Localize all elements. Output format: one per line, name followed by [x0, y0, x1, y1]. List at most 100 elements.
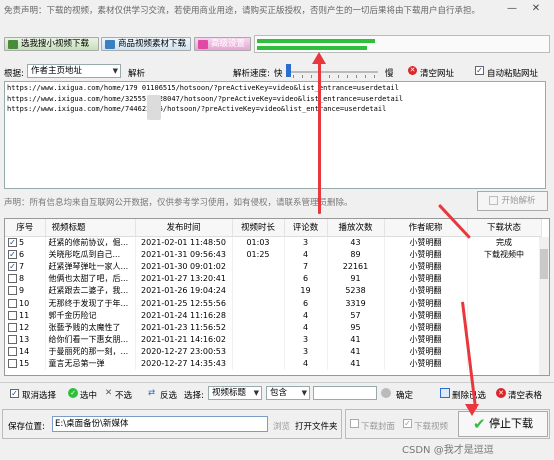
table-row[interactable]: ✓ 6 关晓彤吃瓜到自己... 2021-01-31 09:56:43 01:25 4 89… [5, 248, 542, 261]
row-checkbox[interactable] [8, 359, 17, 369]
table-cell [232, 284, 285, 297]
unselect-button[interactable]: 不选 [115, 389, 132, 401]
row-checkbox[interactable] [8, 274, 17, 284]
row-checkbox[interactable]: ✓ [8, 261, 17, 271]
advanced-settings-button[interactable]: 高级设置 [194, 37, 251, 51]
row-number-cell: 13 [5, 333, 46, 346]
table-cell: 3 [284, 333, 328, 346]
table-cell: 01:03 [232, 236, 285, 249]
table-cell: 下载视频中 [467, 248, 542, 261]
row-checkbox[interactable] [8, 286, 17, 296]
start-parse-button[interactable]: 开始解析 [477, 191, 548, 211]
table-cell: 童言无忌第一弹 [45, 357, 136, 371]
watermark: CSDN @我才是逗逗 [402, 445, 494, 456]
cancel-select-checkbox[interactable]: ✓ [10, 389, 19, 398]
row-checkbox[interactable]: ✓ [8, 237, 17, 247]
table-cell: 01:25 [232, 248, 285, 261]
product-icon [105, 40, 115, 49]
cancel-select-label[interactable]: 取消选择 [22, 389, 56, 401]
check-icon: ✔ [472, 415, 486, 433]
table-cell: 6 [284, 272, 328, 285]
table-row[interactable]: 14 于曼丽死的那一刻，... 2020-12-27 23:00:53 3 41 小赞明翻 [5, 345, 542, 358]
delete-selected-button[interactable]: 删除已选 [452, 389, 486, 401]
close-icon[interactable]: ✕ [528, 2, 544, 16]
short-video-download-button[interactable]: 选我搜小视频下载 [4, 37, 99, 51]
table-row[interactable]: 9 赶紧跟去二婆子，我... 2021-01-26 19:04:24 19 5238 小赞… [5, 284, 542, 297]
row-checkbox[interactable]: ✓ [8, 249, 17, 259]
clear-url-button[interactable]: 清空网址 [420, 67, 454, 79]
table-scrollbar[interactable] [539, 237, 549, 375]
product-video-download-button[interactable]: 商品视频素材下载 [101, 37, 191, 51]
root-type-select[interactable]: 作者主页地址 ▼ [27, 64, 121, 78]
field-select[interactable]: 视频标题 ▼ [208, 386, 262, 400]
app-window: 免责声明：下载的视频，素材仅供学习交流，若使用商业用途，请购买正版授权，否则产生… [0, 0, 554, 460]
scrollbar-thumb[interactable] [540, 249, 548, 279]
save-location-label: 保存位置: [8, 422, 45, 432]
clear-table-button[interactable]: 清空表格 [508, 389, 542, 401]
check-icon: ✓ [68, 388, 78, 398]
table-row[interactable]: ✓ 5 赶紧的修前协议，倔... 2021-02-01 11:48:50 01:03 3 4… [5, 236, 542, 249]
delete-icon [440, 388, 450, 398]
col-header[interactable]: 视频标题 [45, 219, 136, 237]
col-header[interactable]: 视频时长 [232, 219, 285, 237]
invert-button[interactable]: 反选 [160, 389, 177, 401]
table-cell: 赶紧弹琴弹吐一家人... [45, 260, 136, 273]
row-checkbox[interactable] [8, 322, 17, 332]
row-number: 11 [19, 310, 30, 320]
speed-slider-thumb[interactable] [286, 64, 291, 77]
row-number-cell: ✓ 5 [5, 236, 46, 249]
row-number-cell: 14 [5, 345, 46, 358]
operator-select[interactable]: 包含 ▼ [266, 386, 310, 400]
table-row[interactable]: 8 他俩也太甜了吧，后... 2021-01-27 13:20:41 6 91 小赞明翻 [5, 272, 542, 285]
table-cell [232, 333, 285, 346]
parse-link[interactable]: 解析 [128, 67, 145, 79]
table-cell: 2021-01-30 09:01:02 [135, 260, 233, 273]
select-button[interactable]: 选中 [80, 389, 97, 401]
row-number: 5 [19, 237, 25, 247]
row-checkbox[interactable] [8, 310, 17, 320]
speed-slider-track[interactable] [286, 71, 378, 73]
table-row[interactable]: 13 给你们看一下惠女朋... 2021-01-21 14:16:02 3 41 小赞明翻 [5, 333, 542, 346]
table-row[interactable]: 11 郭千金历险记 2021-01-24 11:16:28 4 57 小赞明翻 [5, 309, 542, 322]
table-cell [467, 345, 542, 358]
download-cover-checkbox[interactable] [350, 419, 359, 428]
minimize-icon[interactable]: — [504, 2, 520, 16]
invert-icon: ⇄ [148, 388, 156, 398]
confirm-button[interactable]: 确定 [396, 389, 413, 401]
table-cell: 2021-01-25 12:55:56 [135, 296, 233, 310]
save-path-input[interactable]: E:\桌面备份\新媒体 [52, 416, 268, 432]
table-cell: 3319 [327, 296, 385, 310]
row-checkbox[interactable] [8, 298, 17, 308]
download-video-checkbox[interactable]: ✓ [403, 419, 412, 428]
table-cell: 2021-01-23 11:56:52 [135, 321, 233, 334]
filter-keyword-input[interactable] [313, 386, 377, 400]
table-cell: 小赞明翻 [384, 296, 468, 310]
row-checkbox[interactable] [8, 347, 17, 357]
auto-paste-checkbox[interactable]: ✓ [475, 66, 484, 75]
row-number-cell: 12 [5, 321, 46, 334]
table-cell [232, 321, 285, 334]
col-header[interactable]: 评论数 [284, 219, 328, 237]
col-header[interactable]: 下载状态 [467, 219, 542, 237]
table-cell: 4 [284, 309, 328, 322]
annotation-arrowhead [312, 52, 326, 64]
speed-fast-label: 快 [274, 69, 283, 79]
col-header[interactable]: 序号 [5, 219, 46, 237]
row-checkbox[interactable] [8, 335, 17, 345]
open-folder-button[interactable]: 打开文件夹 [295, 420, 338, 432]
chevron-down-icon: ▼ [301, 389, 307, 397]
select-label: 选择: [184, 391, 204, 401]
table-row[interactable]: 12 张藝予贱的太魔性了 2021-01-23 11:56:52 4 95 小赞明翻 [5, 321, 542, 334]
table-cell: 4 [284, 357, 328, 371]
table-cell: 41 [327, 345, 385, 358]
table-cell: 2021-01-27 13:20:41 [135, 272, 233, 285]
table-row[interactable]: 15 童言无忌第一弹 2020-12-27 14:35:43 4 41 小赞明翻 [5, 357, 542, 371]
col-header[interactable]: 播放次数 [327, 219, 385, 237]
table-row[interactable]: ✓ 7 赶紧弹琴弹吐一家人... 2021-01-30 09:01:02 7 22161 小… [5, 260, 542, 273]
clear-icon: ✕ [408, 66, 417, 75]
col-header[interactable]: 发布时间 [135, 219, 233, 237]
url-textarea[interactable]: https://www.ixigua.com/home/179 01106515… [4, 81, 546, 189]
browse-button[interactable]: 浏览 [273, 420, 290, 432]
row-number: 6 [19, 249, 25, 259]
url-line: https://www.ixigua.com/home/744623 85/ho… [7, 105, 387, 113]
